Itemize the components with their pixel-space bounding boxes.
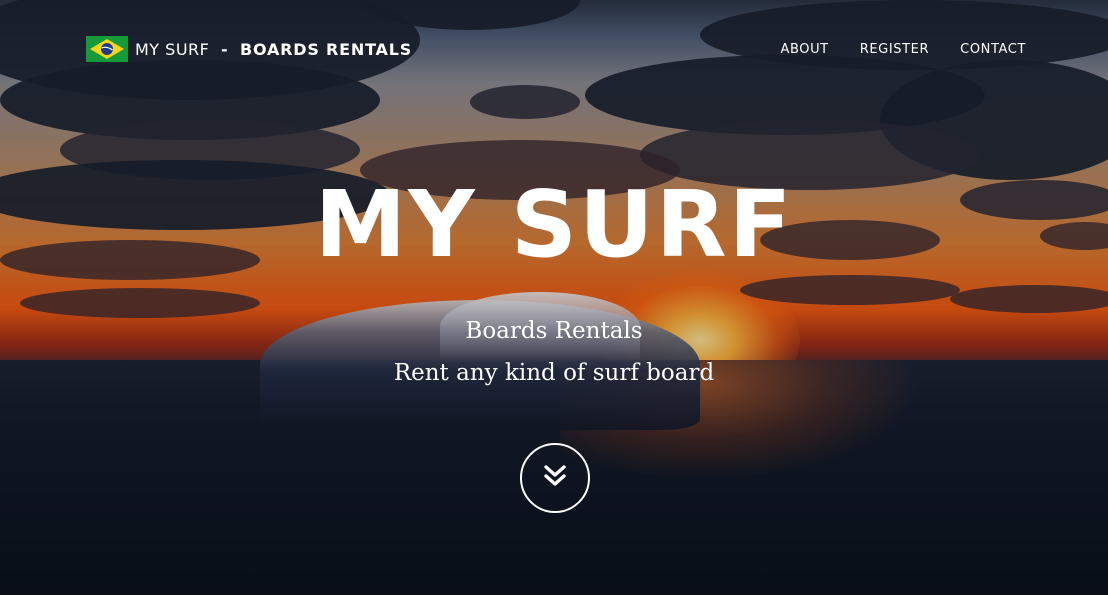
hero-tagline: Rent any kind of surf board (393, 360, 715, 386)
top-navbar: MY SURF - BOARDS RENTALS ABOUT REGISTER … (86, 34, 1026, 64)
nav-links: ABOUT REGISTER CONTACT (749, 34, 1026, 64)
nav-link-about[interactable]: ABOUT (780, 42, 828, 57)
brand-text: MY SURF - BOARDS RENTALS (135, 40, 412, 59)
brand-link[interactable]: MY SURF - BOARDS RENTALS (86, 34, 412, 64)
hero-subtitle: Boards Rentals (465, 318, 643, 344)
brazil-flag-icon (86, 36, 128, 62)
nav-link-register[interactable]: REGISTER (860, 42, 929, 57)
nav-link-contact[interactable]: CONTACT (960, 42, 1026, 57)
brand-name: MY SURF (135, 39, 210, 59)
brand-tagline: BOARDS RENTALS (240, 39, 413, 59)
double-chevron-down-icon (541, 462, 569, 495)
scroll-down-button[interactable] (520, 443, 590, 513)
hero-title: MY SURF (314, 171, 794, 278)
brand-separator: - (220, 39, 229, 59)
